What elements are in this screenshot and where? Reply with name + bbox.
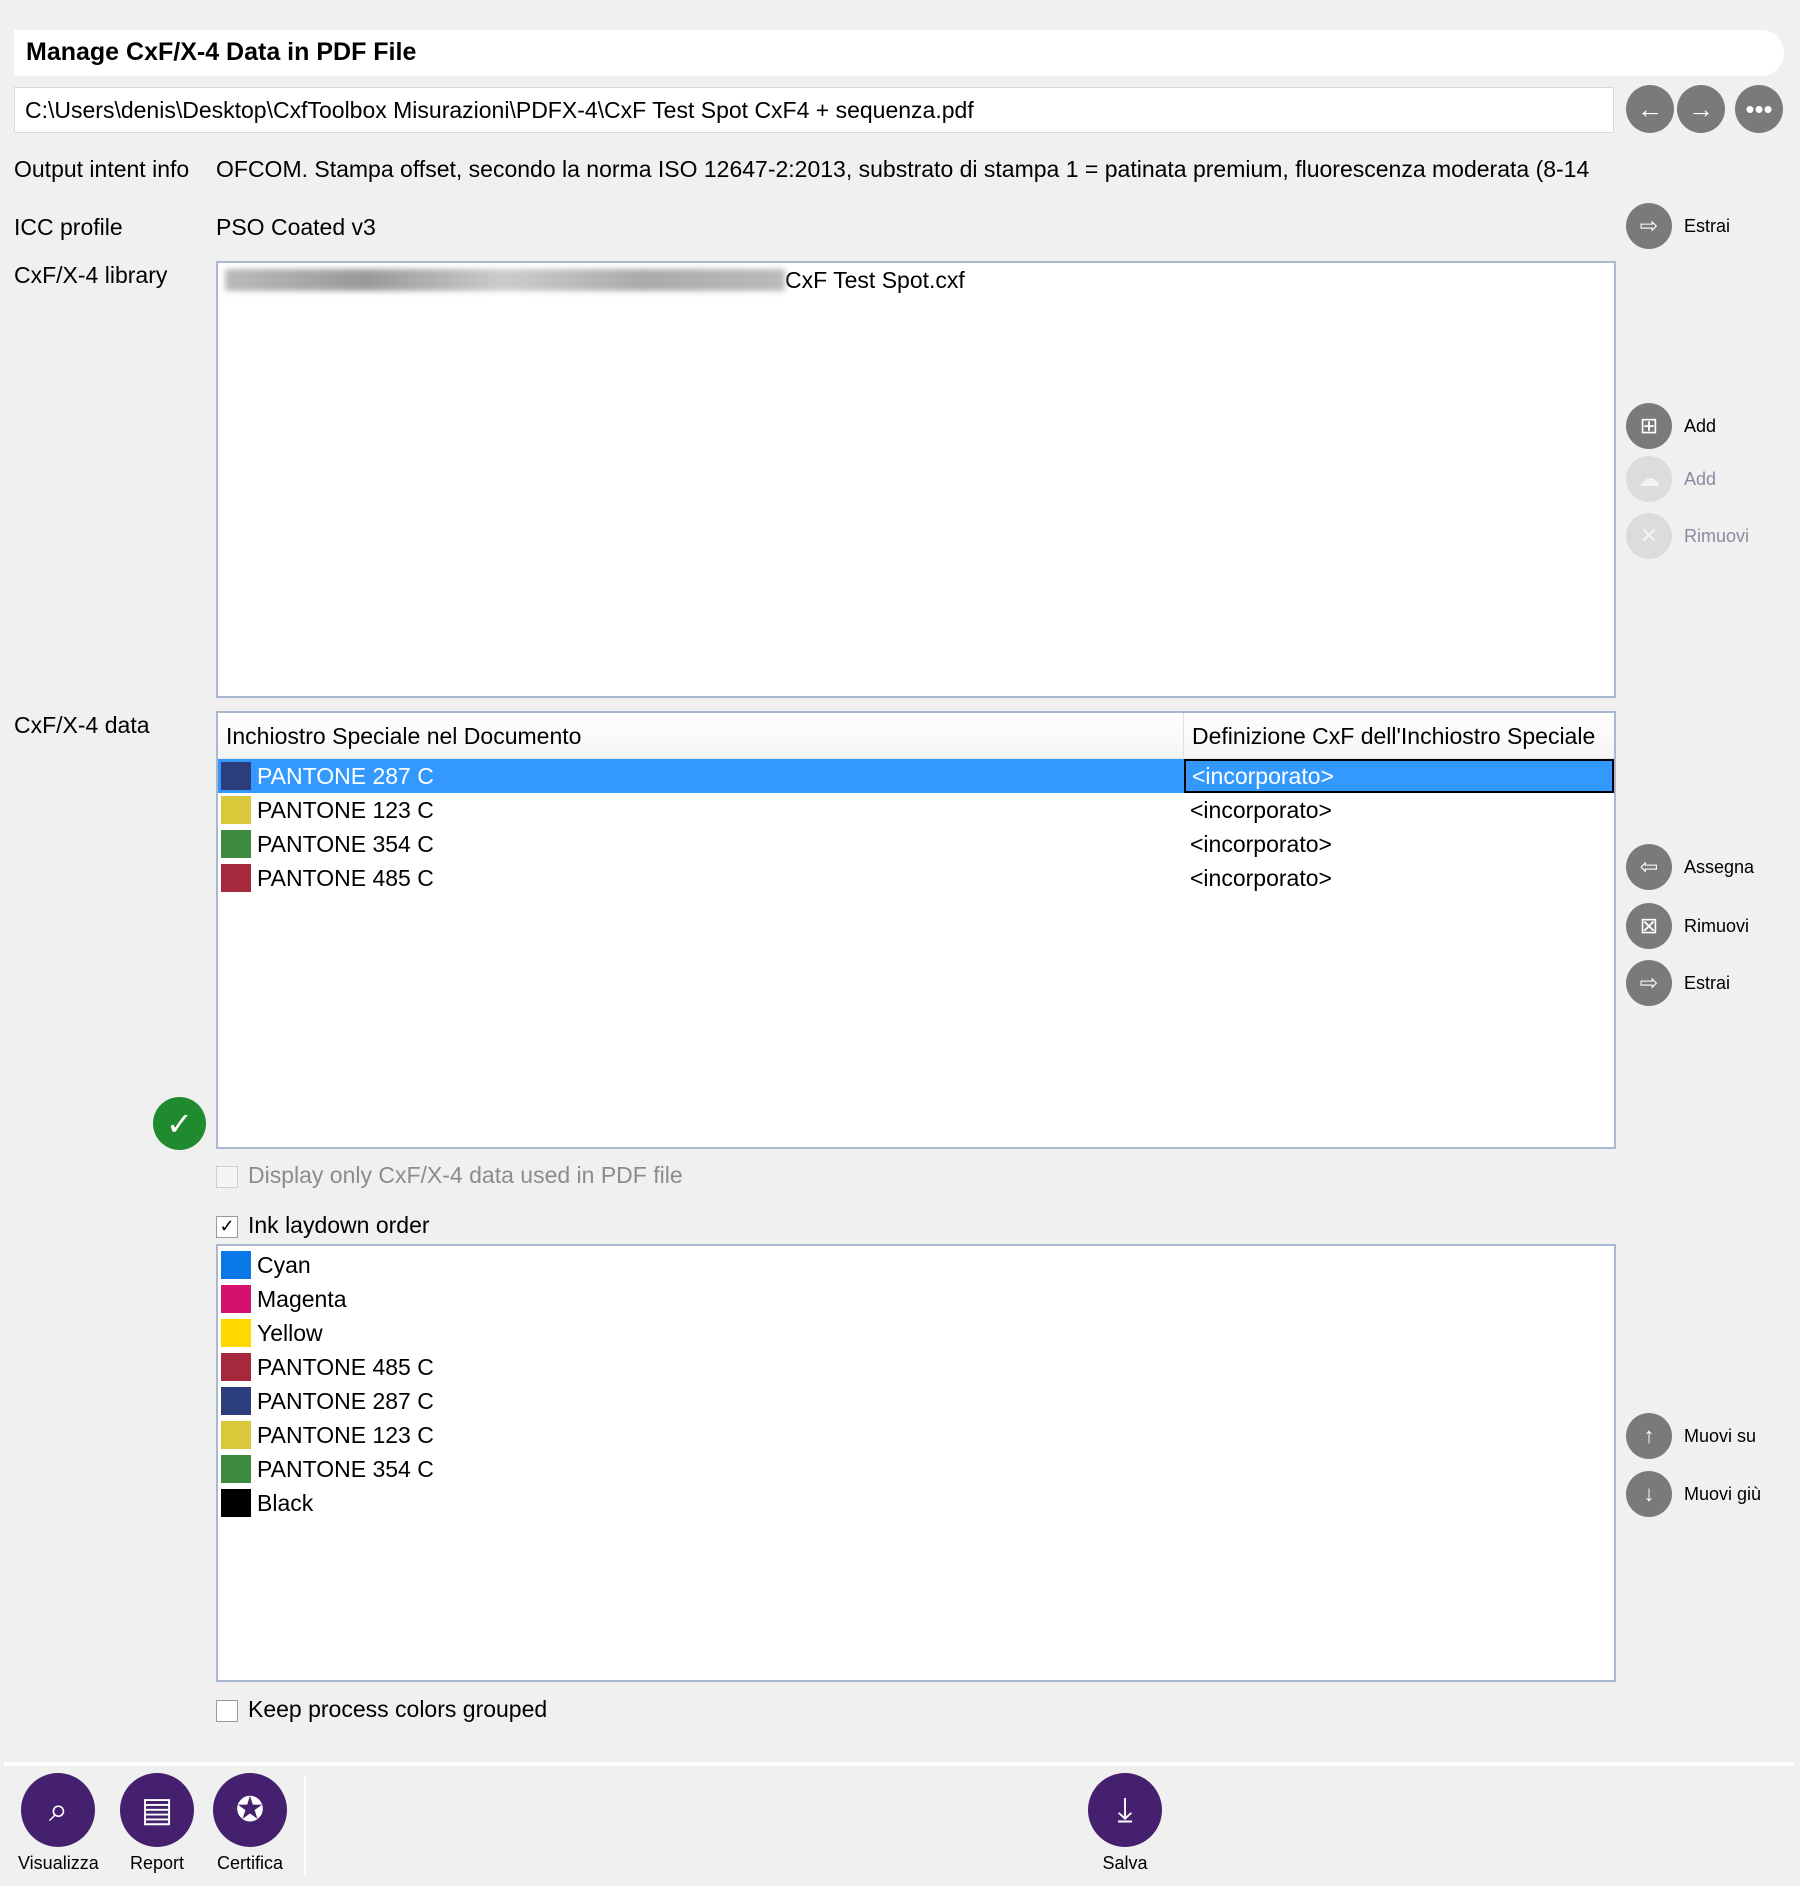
extract-icon: ⇨	[1626, 960, 1672, 1006]
add-cloud-button[interactable]: ☁ Add	[1626, 456, 1716, 502]
ink-order-list[interactable]: Cyan Magenta Yellow PANTONE 485 C PANTONE 28…	[216, 1244, 1616, 1682]
add-library-button[interactable]: ⊞ Add	[1626, 403, 1716, 449]
assign-button[interactable]: ⇦ Assegna	[1626, 844, 1754, 890]
arrow-up-icon: ↑	[1626, 1413, 1672, 1459]
keep-grouped-checkbox[interactable]: Keep process colors grouped	[216, 1696, 547, 1723]
list-item[interactable]: PANTONE 485 C	[218, 1350, 1614, 1384]
checkbox[interactable]	[216, 1699, 238, 1722]
cxf-data-table[interactable]: Inchiostro Speciale nel Documento Defini…	[216, 711, 1616, 1149]
table-header: Inchiostro Speciale nel Documento Defini…	[218, 713, 1614, 759]
data-label: CxF/X-4 data	[14, 712, 150, 738]
ink-name: PANTONE 485 C	[257, 1353, 434, 1380]
redacted-path	[225, 269, 785, 291]
cloud-add-icon: ☁	[1626, 456, 1672, 502]
color-swatch	[221, 864, 251, 892]
color-swatch	[221, 1455, 251, 1483]
more-button[interactable]: •••	[1735, 85, 1783, 133]
column-header-ink[interactable]: Inchiostro Speciale nel Documento	[218, 713, 1184, 758]
color-swatch	[221, 1421, 251, 1449]
list-item[interactable]: Black	[218, 1486, 1614, 1520]
forward-button[interactable]: →	[1677, 85, 1725, 133]
color-swatch	[221, 762, 251, 790]
extract-icon: ⇨	[1626, 203, 1672, 249]
list-item[interactable]: Cyan	[218, 1248, 1614, 1282]
color-swatch	[221, 1353, 251, 1381]
arrow-down-icon: ↓	[1626, 1471, 1672, 1517]
save-icon: ⤓	[1088, 1773, 1162, 1847]
table-row[interactable]: PANTONE 354 C <incorporato>	[218, 827, 1614, 861]
ink-name: PANTONE 287 C	[257, 762, 434, 789]
add-file-icon: ⊞	[1626, 403, 1672, 449]
search-icon: ⌕	[21, 1773, 96, 1847]
remove-data-button[interactable]: ⊠ Rimuovi	[1626, 903, 1749, 949]
table-row[interactable]: PANTONE 485 C <incorporato>	[218, 861, 1614, 895]
table-row[interactable]: PANTONE 287 C <incorporato>	[218, 759, 1614, 793]
check-icon: ✓	[153, 1097, 206, 1150]
report-button[interactable]: ▤ Report	[120, 1773, 194, 1874]
extract-icc-button[interactable]: ⇨ Estrai	[1626, 203, 1730, 249]
file-path-field[interactable]: C:\Users\denis\Desktop\CxfToolbox Misura…	[14, 87, 1614, 133]
ink-definition: <incorporato>	[1184, 759, 1614, 793]
checkbox-checked[interactable]: ✓	[216, 1215, 238, 1238]
certify-button[interactable]: ✪ Certifica	[213, 1773, 287, 1874]
ink-name: Black	[257, 1489, 314, 1516]
divider	[304, 1775, 306, 1875]
more-icon: •••	[1745, 93, 1773, 124]
ink-definition: <incorporato>	[1190, 796, 1332, 823]
close-icon: ✕	[1626, 513, 1672, 559]
ink-definition: <incorporato>	[1190, 830, 1332, 857]
output-intent-value: OFCOM. Stampa offset, secondo la norma I…	[216, 156, 1590, 182]
extract-data-button[interactable]: ⇨ Estrai	[1626, 960, 1730, 1006]
ink-name: Cyan	[257, 1251, 311, 1278]
library-list[interactable]: CxF Test Spot.cxf	[216, 261, 1616, 698]
color-swatch	[221, 1319, 251, 1347]
divider	[4, 1762, 1794, 1766]
list-item[interactable]: Magenta	[218, 1282, 1614, 1316]
ink-name: PANTONE 354 C	[257, 830, 434, 857]
ink-name: PANTONE 123 C	[257, 796, 434, 823]
arrow-right-icon: →	[1688, 93, 1714, 124]
display-only-checkbox[interactable]: Display only CxF/X-4 data used in PDF fi…	[216, 1162, 683, 1189]
ink-name: PANTONE 354 C	[257, 1455, 434, 1482]
color-swatch	[221, 796, 251, 824]
list-item[interactable]: PANTONE 123 C	[218, 1418, 1614, 1452]
assign-icon: ⇦	[1626, 844, 1672, 890]
icc-profile-value: PSO Coated v3	[216, 214, 376, 240]
ink-name: PANTONE 123 C	[257, 1421, 434, 1448]
ink-name: Yellow	[257, 1319, 323, 1346]
remove-library-button[interactable]: ✕ Rimuovi	[1626, 513, 1749, 559]
color-swatch	[221, 1489, 251, 1517]
list-item[interactable]: PANTONE 287 C	[218, 1384, 1614, 1418]
ink-laydown-checkbox[interactable]: ✓ Ink laydown order	[216, 1212, 430, 1239]
color-swatch	[221, 1251, 251, 1279]
icc-profile-label: ICC profile	[14, 214, 123, 240]
list-item[interactable]: PANTONE 354 C	[218, 1452, 1614, 1486]
back-button[interactable]: ←	[1626, 85, 1674, 133]
move-down-button[interactable]: ↓ Muovi giù	[1626, 1471, 1761, 1517]
ink-definition: <incorporato>	[1190, 864, 1332, 891]
remove-icon: ⊠	[1626, 903, 1672, 949]
library-label: CxF/X-4 library	[14, 262, 168, 288]
save-button[interactable]: ⤓ Salva	[1088, 1773, 1162, 1874]
checkbox[interactable]	[216, 1165, 238, 1188]
library-item[interactable]: CxF Test Spot.cxf	[218, 263, 1614, 297]
ink-name: PANTONE 287 C	[257, 1387, 434, 1414]
color-swatch	[221, 1387, 251, 1415]
table-row[interactable]: PANTONE 123 C <incorporato>	[218, 793, 1614, 827]
certificate-icon: ✪	[213, 1773, 287, 1847]
report-icon: ▤	[120, 1773, 194, 1847]
view-button[interactable]: ⌕ Visualizza	[18, 1773, 99, 1874]
output-intent-label: Output intent info	[14, 156, 190, 182]
color-swatch	[221, 1285, 251, 1313]
list-item[interactable]: Yellow	[218, 1316, 1614, 1350]
color-swatch	[221, 830, 251, 858]
column-header-definition[interactable]: Definizione CxF dell'Inchiostro Speciale	[1184, 713, 1603, 758]
ink-name: PANTONE 485 C	[257, 864, 434, 891]
ink-name: Magenta	[257, 1285, 347, 1312]
move-up-button[interactable]: ↑ Muovi su	[1626, 1413, 1756, 1459]
dialog-title: Manage CxF/X-4 Data in PDF File	[14, 30, 1784, 76]
arrow-left-icon: ←	[1637, 93, 1663, 124]
